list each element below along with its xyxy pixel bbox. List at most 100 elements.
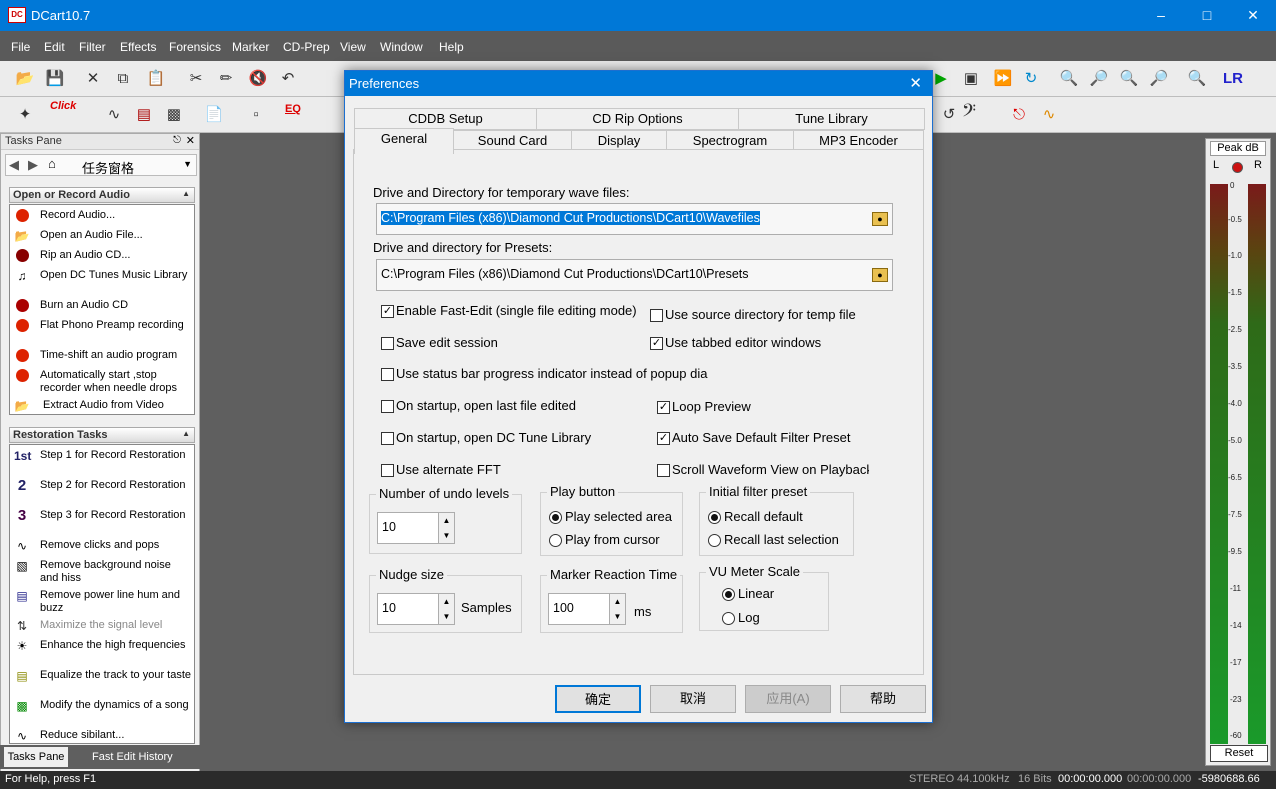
recall-last-radio[interactable] (708, 534, 721, 547)
waveform-icon[interactable]: ∿ (103, 104, 125, 126)
section-restoration[interactable]: Restoration Tasks ▲ (9, 427, 195, 443)
spin-up-icon[interactable]: ▲ (609, 594, 625, 609)
status-bar-progress-checkbox[interactable] (381, 368, 394, 381)
marker-reaction-group: Marker Reaction Time 100 ▲ ▼ ms (540, 567, 683, 633)
paste-icon[interactable]: 📋 (145, 68, 167, 90)
save-edit-session-checkbox[interactable] (381, 337, 394, 350)
save-icon[interactable]: 💾 (44, 68, 66, 90)
spin-up-icon[interactable]: ▲ (438, 594, 454, 609)
loop-preview-checkbox[interactable]: ✓ (657, 401, 670, 414)
vu-reset-button[interactable]: Reset (1210, 745, 1268, 762)
alternate-fft-checkbox[interactable] (381, 464, 394, 477)
play-icon[interactable]: ▶ (930, 68, 952, 90)
menu-window[interactable]: Window (380, 40, 423, 54)
clip-indicator-icon[interactable] (1232, 162, 1243, 173)
tab-cddb-setup[interactable]: CDDB Setup (354, 108, 537, 130)
tab-fast-edit-history[interactable]: Fast Edit History (74, 747, 202, 767)
back-icon[interactable]: ◀ (9, 157, 19, 173)
help-button[interactable]: 帮助 (840, 685, 926, 713)
tab-tasks-pane[interactable]: Tasks Pane (4, 747, 68, 767)
menu-forensics[interactable]: Forensics (169, 40, 221, 54)
menu-view[interactable]: View (340, 40, 366, 54)
spin-down-icon[interactable]: ▼ (609, 609, 625, 624)
highpass-icon[interactable]: ▫ (245, 104, 267, 126)
marker-reaction-spinner[interactable]: 100 ▲ ▼ (548, 593, 626, 625)
forward-icon[interactable]: ▶ (28, 157, 38, 173)
cancel-button[interactable]: 取消 (650, 685, 736, 713)
play-selected-radio[interactable] (549, 511, 562, 524)
home-icon[interactable]: ⌂ (48, 156, 56, 171)
bass-clef-icon[interactable]: 𝄢 (958, 102, 980, 124)
undo-icon[interactable]: ↶ (277, 68, 299, 90)
pencil-icon[interactable]: ✏ (215, 68, 237, 90)
document-icon[interactable]: 📄 (203, 104, 225, 126)
open-last-file-checkbox[interactable] (381, 400, 394, 413)
zoom-fit-icon[interactable]: 🔍 (1118, 68, 1140, 90)
collapse-icon[interactable]: ▲ (182, 189, 190, 198)
play-selection-icon[interactable]: ⏩ (992, 68, 1014, 90)
menu-edit[interactable]: Edit (44, 40, 65, 54)
play-cursor-radio[interactable] (549, 534, 562, 547)
spin-up-icon[interactable]: ▲ (438, 513, 454, 528)
undo-levels-spinner[interactable]: 10 ▲ ▼ (377, 512, 455, 544)
zoom-in-icon[interactable]: 🔍 (1058, 68, 1080, 90)
nav-dropdown-icon[interactable]: ▼ (183, 159, 192, 169)
level-icon[interactable]: ▩ (163, 104, 185, 126)
section-open-record[interactable]: Open or Record Audio ▲ (9, 187, 195, 203)
click-filter-label[interactable]: Click (50, 100, 76, 112)
preset-dir-field[interactable]: C:\Program Files (x86)\Diamond Cut Produ… (376, 259, 893, 291)
tab-cd-rip-options[interactable]: CD Rip Options (536, 108, 739, 130)
temp-dir-field[interactable]: C:\Program Files (x86)\Diamond Cut Produ… (376, 203, 893, 235)
nudge-size-spinner[interactable]: 10 ▲ ▼ (377, 593, 455, 625)
tabbed-editor-checkbox[interactable]: ✓ (650, 337, 663, 350)
spectrum-icon[interactable]: ▤ (133, 104, 155, 126)
browse-folder-icon[interactable]: ● (872, 268, 888, 282)
auto-save-preset-checkbox[interactable]: ✓ (657, 432, 670, 445)
record-to-icon[interactable]: ▣ (960, 68, 982, 90)
square-wave-icon[interactable]: ⎋ (1008, 104, 1030, 126)
dialog-close-icon[interactable]: ✕ (909, 74, 922, 92)
cut-icon[interactable]: ✕ (82, 68, 104, 90)
open-folder-icon[interactable]: 📂 (14, 68, 36, 90)
spin-down-icon[interactable]: ▼ (438, 609, 454, 624)
trim-icon[interactable]: ✂ (185, 68, 207, 90)
lr-channel-icon[interactable]: LR (1222, 68, 1244, 90)
zoom-out-icon[interactable]: 🔎 (1088, 68, 1110, 90)
loop-back-icon[interactable]: ↺ (938, 104, 960, 126)
open-tune-library-checkbox[interactable] (381, 432, 394, 445)
status-bar: For Help, press F1 STEREO 44.100kHz 16 B… (0, 771, 1276, 789)
loop-icon[interactable]: ↻ (1020, 68, 1042, 90)
apply-button[interactable]: 应用(A) (745, 685, 831, 713)
collapse-icon[interactable]: ▲ (182, 429, 190, 438)
zoom-selection-icon[interactable]: 🔎 (1148, 68, 1170, 90)
close-button[interactable]: ✕ (1230, 0, 1276, 31)
eq-label[interactable]: EQ (285, 103, 301, 115)
vu-log-radio[interactable] (722, 612, 735, 625)
scroll-waveform-checkbox[interactable] (657, 464, 670, 477)
menu-help[interactable]: Help (439, 40, 464, 54)
mute-icon[interactable]: 🔇 (247, 68, 269, 90)
use-source-dir-checkbox[interactable] (650, 309, 663, 322)
maximize-button[interactable]: □ (1184, 0, 1230, 31)
spin-down-icon[interactable]: ▼ (438, 528, 454, 543)
minimize-button[interactable]: – (1138, 0, 1184, 31)
sine-wave-icon[interactable]: ∿ (1038, 104, 1060, 126)
browse-folder-icon[interactable]: ● (872, 212, 888, 226)
vu-linear-radio[interactable] (722, 588, 735, 601)
tab-tune-library[interactable]: Tune Library (738, 108, 925, 130)
ok-button[interactable]: 确定 (555, 685, 641, 713)
menu-cd-prep[interactable]: CD-Prep (283, 40, 330, 54)
menu-file[interactable]: File (11, 40, 30, 54)
menu-effects[interactable]: Effects (120, 40, 156, 54)
pane-close-icon[interactable]: ✕ (186, 134, 195, 147)
pin-icon[interactable]: ⎋ (173, 135, 181, 146)
copy-icon[interactable]: ⧉ (112, 68, 134, 90)
wizard-icon[interactable]: ✦ (14, 104, 36, 126)
tab-general[interactable]: General (354, 128, 454, 154)
nudge-unit-label: Samples (461, 600, 512, 615)
zoom-all-icon[interactable]: 🔍 (1186, 68, 1208, 90)
menu-filter[interactable]: Filter (79, 40, 106, 54)
enable-fast-edit-checkbox[interactable]: ✓ (381, 305, 394, 318)
recall-default-radio[interactable] (708, 511, 721, 524)
menu-marker[interactable]: Marker (232, 40, 269, 54)
